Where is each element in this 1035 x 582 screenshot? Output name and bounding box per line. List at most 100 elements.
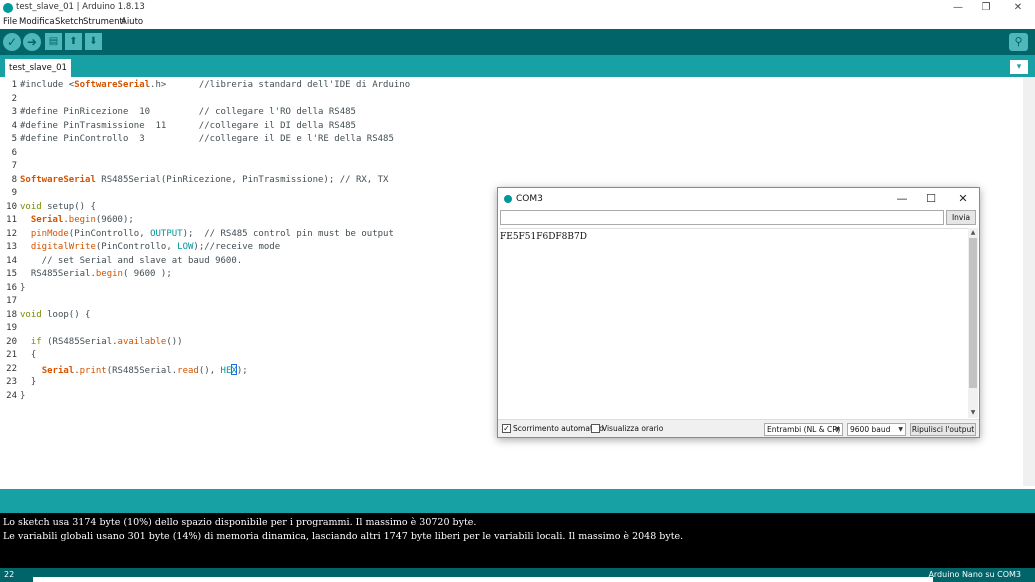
serial-input[interactable] [500, 210, 944, 225]
code-line: { [30, 350, 37, 360]
serial-monitor-title: COM3 [516, 194, 543, 204]
verify-button[interactable]: ✓ [3, 33, 21, 51]
editor-scrollbar[interactable] [1023, 77, 1035, 486]
code-line: RS485Serial.begin( 9600 ); [30, 269, 172, 279]
code-line: } [20, 390, 26, 401]
clear-output-button[interactable]: Ripulisci l'output [910, 423, 976, 436]
line-number: 13 [6, 242, 17, 252]
line-gutter: 1 2 3 4 5 6 7 8 9 10 11 12 13 14 15 16 1… [0, 77, 18, 486]
sw-close-button[interactable]: ✕ [949, 191, 977, 207]
chevron-down-icon: ▾ [1016, 62, 1022, 72]
tab-bar: test_slave_01 ▾ [0, 55, 1035, 77]
line-number: 4 [11, 120, 17, 131]
line-ending-value: Entrambi (NL & CR) [767, 425, 841, 434]
arrow-up-icon: ⬆ [69, 36, 78, 47]
timestamp-checkbox[interactable] [591, 424, 600, 433]
line-number: 16 [6, 282, 17, 293]
code-line: void setup() { [20, 201, 96, 212]
code-line: #define PinRicezione 10 // collegare l'R… [20, 107, 356, 117]
serial-output-scrollbar[interactable]: ▲ ▼ [968, 228, 978, 418]
line-number: 5 [11, 134, 17, 144]
menu-sketch[interactable]: Sketch [55, 17, 84, 27]
line-number: 22 [6, 363, 17, 374]
code-line: #include <SoftwareSerial.h> //libreria s… [20, 80, 411, 90]
line-number: 20 [6, 336, 17, 347]
console-scrollbar[interactable] [33, 577, 933, 582]
scroll-up-icon[interactable]: ▲ [968, 229, 978, 236]
arrow-right-icon: ➜ [26, 35, 38, 49]
line-ending-select[interactable]: Entrambi (NL & CR) ▼ [764, 423, 843, 436]
serial-monitor-titlebar[interactable]: COM3 — ☐ ✕ [498, 188, 979, 210]
console-header [0, 489, 1035, 513]
line-number: 11 [6, 215, 17, 225]
code-line: } [30, 377, 37, 387]
code-line: } [20, 282, 26, 293]
serial-output: FE5F51F6DF8B7D [499, 228, 968, 418]
file-icon: ▤ [48, 36, 59, 47]
line-number: 14 [6, 255, 17, 266]
menu-modifica[interactable]: Modifica [19, 17, 55, 27]
window-title: test_slave_01 | Arduino 1.8.13 [16, 2, 145, 12]
sw-maximize-button[interactable]: ☐ [917, 191, 945, 207]
tab-menu-button[interactable]: ▾ [1010, 60, 1028, 74]
magnifier-icon: ⚲ [1014, 35, 1023, 48]
chevron-down-icon: ▼ [835, 426, 840, 433]
line-number: 24 [6, 390, 17, 401]
chevron-down-icon: ▼ [898, 426, 903, 433]
line-number: 8 [11, 174, 17, 185]
scroll-thumb[interactable] [969, 238, 977, 388]
code-line: Serial.print(RS485Serial.read(), HEX); [41, 363, 248, 376]
menu-aiuto[interactable]: Aiuto [121, 17, 143, 27]
send-button[interactable]: Invia [946, 210, 976, 225]
save-sketch-button[interactable]: ⬇ [85, 33, 102, 50]
line-number: 2 [11, 93, 17, 104]
line-number: 1 [11, 80, 17, 90]
line-number: 6 [11, 147, 17, 158]
open-sketch-button[interactable]: ⬆ [65, 33, 82, 50]
code-line: Serial.begin(9600); [30, 215, 134, 225]
baud-value: 9600 baud [850, 425, 891, 434]
serial-monitor-footer: ✓ Scorrimento automatico Visualizza orar… [498, 419, 979, 437]
baud-select[interactable]: 9600 baud ▼ [847, 423, 906, 436]
line-number: 10 [6, 201, 17, 212]
menubar: File Modifica Sketch Strumenti Aiuto [0, 16, 1035, 29]
toolbar: ✓ ➜ ▤ ⬆ ⬇ ⚲ [0, 29, 1035, 55]
code-line: SoftwareSerial RS485Serial(PinRicezione,… [20, 174, 389, 185]
arduino-logo-icon [504, 195, 512, 203]
line-number: 18 [6, 309, 17, 320]
line-number: 23 [6, 377, 17, 387]
arduino-logo-icon [3, 3, 13, 13]
code-line: digitalWrite(PinControllo, LOW);//receiv… [30, 242, 281, 252]
autoscroll-checkbox[interactable]: ✓ [502, 424, 511, 433]
upload-button[interactable]: ➜ [23, 33, 41, 51]
tab-test-slave-01[interactable]: test_slave_01 [5, 59, 71, 77]
line-number: 9 [11, 188, 17, 198]
close-button[interactable]: ✕ [1003, 0, 1033, 16]
line-number: 3 [11, 107, 17, 117]
maximize-button[interactable]: ❐ [971, 0, 1001, 16]
check-icon: ✓ [6, 35, 18, 49]
line-number: 21 [6, 350, 17, 360]
serial-monitor-window: COM3 — ☐ ✕ Invia FE5F51F6DF8B7D ▲ ▼ ✓ Sc… [497, 187, 980, 438]
line-number: 19 [6, 323, 17, 333]
code-line: void loop() { [20, 309, 91, 320]
code-line: #define PinTrasmissione 11 //collegare i… [20, 120, 356, 131]
window-titlebar: test_slave_01 | Arduino 1.8.13 — ❐ ✕ [0, 0, 1035, 16]
console-line: Lo sketch usa 3174 byte (10%) dello spaz… [3, 517, 477, 528]
scroll-down-icon[interactable]: ▼ [968, 409, 978, 416]
minimize-button[interactable]: — [943, 0, 973, 16]
console-line: Le variabili globali usano 301 byte (14%… [3, 531, 684, 542]
console-output: Lo sketch usa 3174 byte (10%) dello spaz… [0, 513, 1035, 568]
line-number: 15 [6, 269, 17, 279]
arrow-down-icon: ⬇ [89, 36, 98, 47]
new-sketch-button[interactable]: ▤ [45, 33, 62, 50]
timestamp-label: Visualizza orario [602, 424, 664, 433]
code-line: pinMode(PinControllo, OUTPUT); // RS485 … [30, 228, 394, 239]
menu-file[interactable]: File [3, 17, 17, 27]
serial-monitor-button[interactable]: ⚲ [1009, 33, 1028, 51]
status-board: Arduino Nano su COM3 [928, 570, 1021, 579]
code-line: if (RS485Serial.available()) [30, 336, 183, 347]
menu-strumenti[interactable]: Strumenti [83, 17, 125, 27]
serial-output-text: FE5F51F6DF8B7D [500, 232, 587, 242]
sw-minimize-button[interactable]: — [888, 191, 916, 207]
